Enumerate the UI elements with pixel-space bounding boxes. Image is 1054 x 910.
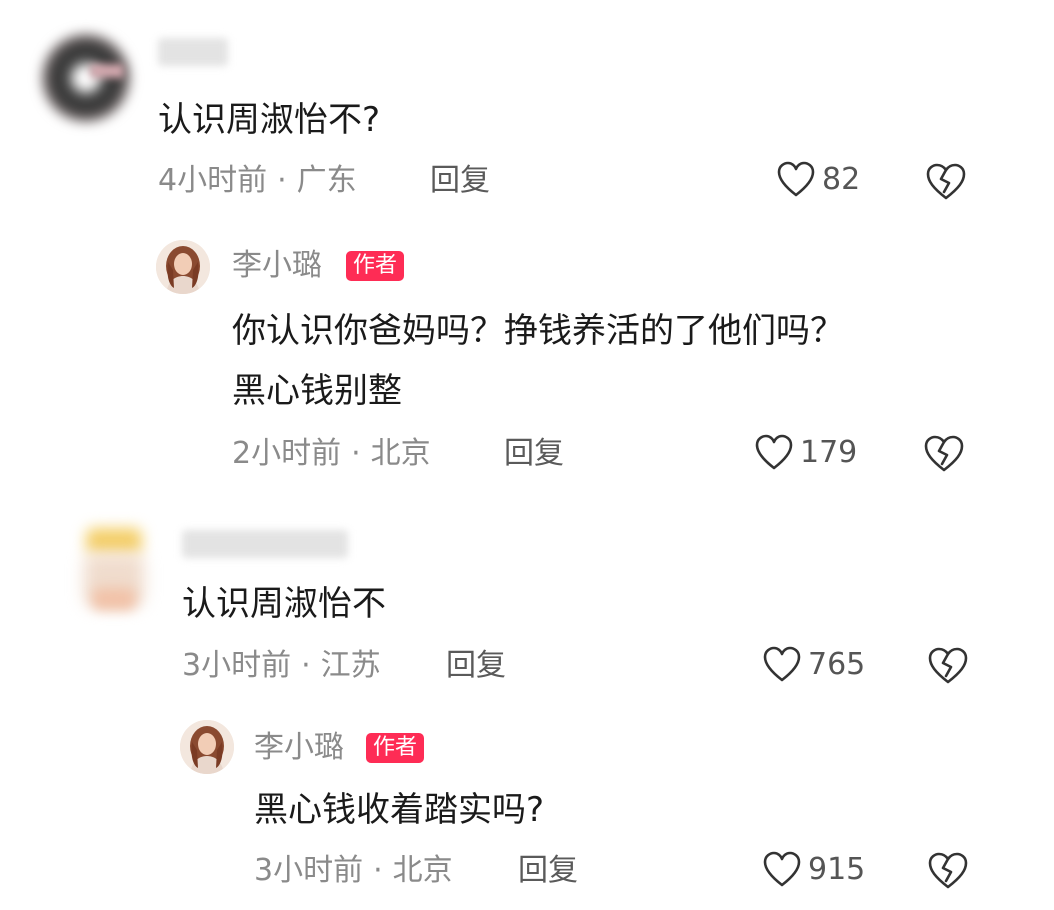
- like-button[interactable]: 82: [776, 160, 860, 200]
- author-badge: 作者: [366, 733, 425, 763]
- reply-time: 3小时前: [254, 853, 364, 888]
- reply-button[interactable]: 回复: [430, 163, 490, 199]
- commenter-name[interactable]: [182, 530, 348, 558]
- author-avatar-image: [180, 720, 234, 774]
- like-count: 82: [822, 162, 861, 197]
- heart-outline-icon: [755, 434, 793, 470]
- comment-location: 广东: [296, 163, 357, 198]
- reply-location: 北京: [370, 436, 431, 471]
- reply-text-line2: 黑心钱别整: [232, 371, 402, 411]
- broken-heart-icon[interactable]: [926, 646, 970, 686]
- meta-separator: ·: [277, 163, 287, 198]
- broken-heart-icon[interactable]: [926, 851, 970, 891]
- reply-meta: 2小时前 · 北京: [232, 436, 431, 472]
- commenter-avatar[interactable]: [78, 524, 150, 614]
- reply-button[interactable]: 回复: [518, 853, 578, 889]
- heart-outline-icon: [777, 161, 815, 197]
- meta-separator: ·: [301, 648, 311, 683]
- broken-heart-icon[interactable]: [922, 434, 966, 474]
- like-count: 765: [808, 647, 866, 682]
- meta-separator: ·: [373, 853, 383, 888]
- comment-meta: 4小时前 · 广东: [158, 163, 357, 199]
- author-name[interactable]: 李小璐: [232, 248, 322, 284]
- comment-text: 认识周淑怡不: [182, 584, 386, 624]
- like-button[interactable]: 765: [762, 645, 865, 685]
- like-button[interactable]: 915: [762, 850, 865, 890]
- reply-text-line1: 你认识你爸妈吗？挣钱养活的了他们吗？: [232, 311, 844, 351]
- reply-button[interactable]: 回复: [504, 436, 564, 472]
- comment-text: 认识周淑怡不?: [158, 100, 381, 140]
- comment-location: 江苏: [320, 648, 381, 683]
- like-button[interactable]: 179: [754, 433, 857, 473]
- author-avatar-image: [156, 240, 210, 294]
- broken-heart-icon[interactable]: [924, 162, 968, 202]
- reply-button[interactable]: 回复: [446, 648, 506, 684]
- author-badge: 作者: [346, 251, 405, 281]
- comment-time: 4小时前: [158, 163, 268, 198]
- author-avatar[interactable]: [180, 720, 234, 774]
- heart-outline-icon: [763, 851, 801, 887]
- reply-text-line1: 黑心钱收着踏实吗?: [254, 790, 545, 830]
- author-avatar[interactable]: [156, 240, 210, 294]
- commenter-avatar[interactable]: [38, 30, 134, 126]
- like-count: 179: [800, 435, 858, 470]
- like-count: 915: [808, 852, 866, 887]
- comment-meta: 3小时前 · 江苏: [182, 648, 381, 684]
- heart-outline-icon: [763, 646, 801, 682]
- meta-separator: ·: [351, 436, 361, 471]
- comment-time: 3小时前: [182, 648, 292, 683]
- reply-time: 2小时前: [232, 436, 342, 471]
- reply-meta: 3小时前 · 北京: [254, 853, 453, 889]
- author-name[interactable]: 李小璐: [254, 730, 344, 766]
- commenter-name[interactable]: [158, 38, 228, 66]
- reply-location: 北京: [392, 853, 453, 888]
